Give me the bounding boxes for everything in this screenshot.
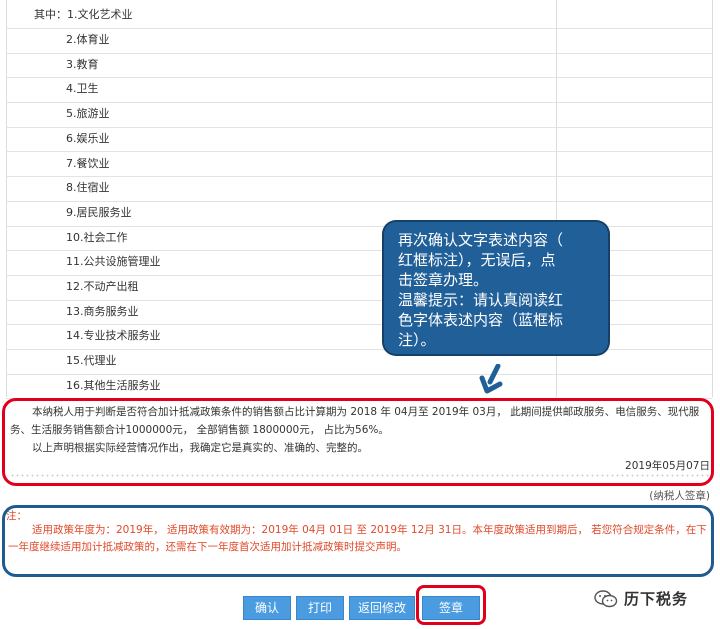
table-row: 其中：1.文化艺术业 xyxy=(6,3,712,29)
confirm-button[interactable]: 确认 xyxy=(243,596,291,620)
table-row: 6.娱乐业 xyxy=(6,127,712,153)
instruction-callout: 再次确认文字表述内容（ 红框标注），无误后，点 击签章办理。 温馨提示：请认真阅… xyxy=(384,222,608,354)
table-row: 5.旅游业 xyxy=(6,102,712,128)
callout-line: 击签章办理。 xyxy=(398,271,489,289)
table-row: 15.代理业 xyxy=(6,349,712,375)
industry-label: 8.住宿业 xyxy=(66,181,110,195)
industry-label: 11.公共设施管理业 xyxy=(66,255,161,269)
callout-line: 温馨提示：请认真阅读红 xyxy=(398,291,564,309)
notice-highlight-box xyxy=(2,505,714,577)
table-row: 16.其他生活服务业 xyxy=(6,374,712,400)
industry-label: 3.教育 xyxy=(66,57,99,71)
print-button[interactable]: 打印 xyxy=(296,596,344,620)
watermark-text: 历下税务 xyxy=(624,590,689,608)
callout-line: 色字体表述内容（蓝框标 xyxy=(398,311,564,329)
industry-label: 4.卫生 xyxy=(66,82,99,96)
table-row: 4.卫生 xyxy=(6,77,712,104)
industry-label: 13.商务服务业 xyxy=(66,304,139,318)
callout-line: 注）。 xyxy=(398,331,436,349)
table-row: 9.居民服务业 xyxy=(6,201,712,227)
sign-button-highlight xyxy=(416,585,486,625)
table-row: 2.体育业 xyxy=(6,28,712,54)
industry-label: 12.不动产出租 xyxy=(66,280,139,293)
declaration-page: 其中：1.文化艺术业 2.体育业 3.教育 4.卫生 5.旅游业 6.娱乐业 7… xyxy=(0,0,720,629)
wechat-watermark: 历下税务 xyxy=(594,586,720,612)
industry-label: 7.餐饮业 xyxy=(66,156,110,170)
callout-line: 再次确认文字表述内容（ xyxy=(398,231,564,249)
industry-label: 9.居民服务业 xyxy=(66,205,132,219)
industry-label: 16.其他生活服务业 xyxy=(66,378,161,392)
table-row: 3.教育 xyxy=(6,53,712,79)
arrow-down-icon xyxy=(479,364,503,394)
table-border-right xyxy=(712,0,713,397)
industry-label: 10.社会工作 xyxy=(66,230,128,244)
table-row: 7.餐饮业 xyxy=(6,152,712,178)
back-edit-button[interactable]: 返回修改 xyxy=(349,596,415,620)
industry-label: 6.娱乐业 xyxy=(66,131,110,145)
industry-label: 15.代理业 xyxy=(66,354,117,368)
industry-label: 其中：1.文化艺术业 xyxy=(34,8,133,21)
callout-line: 红框标注），无误后，点 xyxy=(398,251,556,269)
industry-label: 14.专业技术服务业 xyxy=(66,329,161,343)
industry-label: 5.旅游业 xyxy=(66,107,110,121)
declaration-highlight-box xyxy=(2,398,714,486)
table-row: 8.住宿业 xyxy=(6,176,712,202)
wechat-icon xyxy=(594,590,618,608)
industry-label: 2.体育业 xyxy=(66,33,110,46)
signature-label: (纳税人签章) xyxy=(649,490,710,502)
